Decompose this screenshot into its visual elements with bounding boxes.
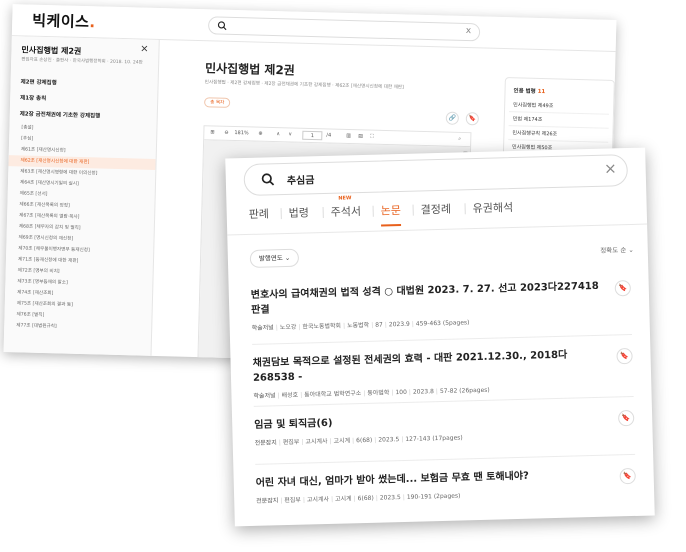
tab-0[interactable]: 판례 <box>249 205 270 226</box>
search-icon <box>217 21 227 31</box>
sidebar-title: 민사집행법 제2권 <box>21 45 82 56</box>
tab-1[interactable]: 법령 <box>288 204 310 225</box>
tab-label: 판례 <box>248 207 270 221</box>
prev-page-icon[interactable]: ∧ <box>276 131 280 137</box>
citations-heading: 인용 법령 11 <box>513 88 546 96</box>
search-icon <box>261 173 275 186</box>
year-filter-dropdown[interactable]: 발행연도 ⌄ <box>249 248 300 268</box>
close-icon[interactable]: × <box>140 44 149 55</box>
grid-icon[interactable]: ⊞ <box>210 129 214 135</box>
tab-separator <box>372 205 374 217</box>
toc-list: 제2편 강제집행 제1장 총칙 제2장 금전채권에 기초한 강제집행 [총설] [추심]… <box>4 74 158 335</box>
tab-separator <box>412 204 414 216</box>
chevron-down-icon: ⌄ <box>284 253 291 263</box>
bookmark-icon[interactable]: 🔖 <box>617 409 635 427</box>
new-badge: NEW <box>338 195 352 202</box>
tab-separator <box>280 208 282 220</box>
tab-4[interactable]: 결정례 <box>420 201 451 222</box>
search-query: 추심금 <box>286 175 315 187</box>
zoom-in-icon[interactable]: ⊕ <box>258 131 262 137</box>
tab-label: 유권해석 <box>472 201 514 216</box>
bookmark-icon[interactable]: 🔖 <box>616 347 633 365</box>
sort-dropdown[interactable]: 정확도 순 ⌄ <box>600 244 634 255</box>
bookmark-icon[interactable]: 🔖 <box>465 112 479 126</box>
page-total: /4 <box>326 132 332 139</box>
toc-sidebar: 민사집행법 제2권 × 편집자표 손상진 · 출판사 · 한국사법행정학회 · … <box>3 36 160 356</box>
search-icon[interactable]: ⌕ <box>458 136 461 142</box>
next-page-icon[interactable]: ∨ <box>288 131 292 137</box>
tab-label: 논문 <box>380 203 402 218</box>
zoom-out-icon[interactable]: ⊖ <box>224 130 228 136</box>
link-icon[interactable]: 🔗 <box>445 111 459 125</box>
result-divider <box>252 333 633 345</box>
search-results-window: 추심금 × 판례 법령 주석서 NEW 논문 결정례 유권해석 발행연도 ⌄ 정확도 순 ⌄… <box>225 147 655 527</box>
tab-5[interactable]: 유권해석 <box>472 199 513 220</box>
breadcrumb: 민사집행법 · 제2편 강제집행 · 제2장 금전채권에 기초한 강제집행 · … <box>204 80 404 91</box>
logo[interactable]: 빅케이스. <box>32 10 96 33</box>
tab-3[interactable]: 논문 <box>380 202 402 223</box>
toc-chip[interactable]: 총 목차 <box>204 97 231 108</box>
tab-2[interactable]: 주석서 NEW <box>330 195 362 224</box>
bookmark-icon[interactable]: 🔖 <box>619 467 636 485</box>
tab-label: 결정례 <box>420 202 452 217</box>
fullscreen-icon[interactable]: ⛶ <box>370 134 374 140</box>
result-item[interactable]: 채권담보 목적으로 설정된 전세권의 효력 - 대판 2021.12.30., … <box>252 346 633 400</box>
tab-separator <box>464 203 466 215</box>
category-tabs: 판례 법령 주석서 NEW 논문 결정례 유권해석 <box>249 195 514 226</box>
layout-icon[interactable]: ▥ <box>346 133 351 139</box>
close-icon[interactable]: × <box>604 159 617 177</box>
page-input[interactable]: 1 <box>302 130 323 141</box>
result-item[interactable]: 임금 및 퇴직금(6) 전문잡지 | 편집부 | 고시계사 | 고시계 | 6(68) | 2023.… <box>254 408 635 447</box>
tab-label: 법령 <box>288 206 310 220</box>
result-title[interactable]: 채권담보 목적으로 설정된 전세권의 효력 - 대판 2021.12.30., … <box>252 347 603 386</box>
search-bar[interactable]: x <box>207 16 481 42</box>
zoom-level[interactable]: 181% <box>234 130 248 136</box>
tab-separator <box>322 207 324 219</box>
close-icon[interactable]: x <box>466 26 472 36</box>
tab-label: 주석서 <box>330 205 362 219</box>
bookmark-icon[interactable]: 🔖 <box>614 279 631 297</box>
page-title: 민사집행법 제2권 <box>204 61 296 78</box>
result-title[interactable]: 변호사의 급여채권의 법적 성격 ○ 대법원 2023. 7. 27. 선고 2… <box>251 279 602 318</box>
result-divider <box>255 453 636 465</box>
sidebar-meta: 편집자표 손상진 · 출판사 · 한국사법행정학회 · 2018. 10. 24… <box>21 57 143 66</box>
layout-icon[interactable]: ▤ <box>358 133 363 139</box>
result-item[interactable]: 어린 자녀 대신, 엄마가 받아 썼는데... 보험금 무효 땐 토해내야? 전문… <box>256 466 637 505</box>
result-item[interactable]: 변호사의 급여채권의 법적 성격 ○ 대법원 2023. 7. 27. 선고 2… <box>251 278 632 332</box>
search-input[interactable]: 추심금 × <box>243 154 629 197</box>
tabs-divider <box>227 223 648 236</box>
chevron-down-icon: ⌄ <box>628 245 634 255</box>
